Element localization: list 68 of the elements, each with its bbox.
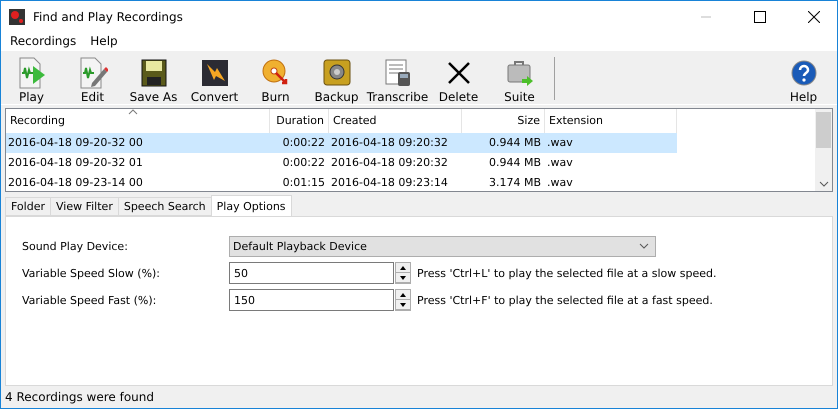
- table-cell-text: 2016-04-18 09-20-32 01: [7, 155, 144, 171]
- table-cell-text: 3.174 MB: [488, 175, 542, 191]
- option-label: Sound Play Device:: [22, 240, 129, 252]
- tab[interactable]: Play Options: [210, 195, 292, 216]
- option-label: Variable Speed Fast (%):: [22, 294, 158, 306]
- app-icon: [9, 8, 25, 24]
- spin-up-button[interactable]: [396, 263, 410, 273]
- table-cell-text: 2016-04-18 09-23-14 00: [7, 175, 144, 191]
- cross-icon: [446, 61, 470, 85]
- toolbar-button[interactable]: Backup: [306, 53, 367, 104]
- toolbar-button[interactable]: Delete: [428, 53, 489, 104]
- table-row[interactable]: 2016-04-18 09-20-32 00 0:00:22 2016-04-18 09:20:32 0.944 MB .wav: [6, 133, 677, 153]
- spin-down-button[interactable]: [396, 273, 410, 283]
- spin-down-button[interactable]: [396, 300, 410, 310]
- table-cell-text: 0:01:15: [282, 175, 326, 191]
- table-cell-text: .wav: [546, 155, 574, 171]
- maximize-icon: [754, 10, 766, 22]
- audio-file-play-icon: [16, 57, 46, 89]
- shortcut-hint: Press 'Ctrl+L' to play the selected file at a slow speed.: [417, 266, 716, 280]
- toolbar-button[interactable]: Burn: [245, 53, 306, 104]
- table-cell-text: 0:00:22: [282, 135, 326, 151]
- table-cell-text: 0.944 MB: [488, 155, 542, 171]
- toolbar-button[interactable]: Play: [1, 53, 62, 104]
- table-cell-text: 2016-04-18 09:23:14: [330, 175, 449, 191]
- document-recorder-icon: [384, 59, 410, 87]
- table-cell-text: 0:00:22: [282, 155, 326, 171]
- table-row[interactable]: 2016-04-18 09-20-32 01 0:00:22 2016-04-18 09:20:32 0.944 MB .wav: [6, 153, 677, 173]
- help-icon: [790, 60, 816, 86]
- help-button[interactable]: Help: [773, 53, 834, 104]
- status-bar-text: 4 Recordings were found: [4, 389, 155, 406]
- tab[interactable]: Folder: [5, 197, 51, 216]
- toolbox-arrow-icon: [506, 59, 534, 87]
- scroll-down-icon: [818, 180, 828, 188]
- vertical-scrollbar[interactable]: [815, 109, 832, 191]
- toolbar-button[interactable]: Edit: [62, 53, 123, 104]
- toolbar-button[interactable]: Suite: [489, 53, 550, 104]
- table-cell-text: .wav: [546, 175, 574, 191]
- down-triangle-icon: [400, 276, 406, 280]
- menu-item[interactable]: Help: [83, 32, 125, 51]
- close-icon: [808, 10, 820, 22]
- toolbar-button[interactable]: Convert: [184, 53, 245, 104]
- sort-caret-icon: [128, 109, 138, 115]
- tab[interactable]: View Filter: [50, 197, 119, 216]
- window-title: Find and Play Recordings: [33, 10, 184, 24]
- table-cell-text: 2016-04-18 09:20:32: [330, 155, 449, 171]
- table-cell-text: 2016-04-18 09-20-32 00: [7, 135, 144, 151]
- table-cell-text: 2016-04-18 09:20:32: [330, 135, 449, 151]
- speed-input-field[interactable]: 50: [229, 262, 394, 284]
- table-row[interactable]: 2016-04-18 09-23-14 00 0:01:15 2016-04-18 09:23:14 3.174 MB .wav: [6, 173, 677, 191]
- up-triangle-icon: [400, 266, 406, 270]
- minimize-icon: [701, 16, 711, 18]
- disc-icon: [262, 59, 290, 87]
- chevron-down-icon: [639, 243, 649, 249]
- toolbar-button[interactable]: Save As: [123, 53, 184, 104]
- tab[interactable]: Speech Search: [118, 197, 212, 216]
- audio-file-pencil-icon: [78, 57, 108, 89]
- down-triangle-icon: [400, 302, 406, 306]
- speed-input-field[interactable]: 150: [229, 289, 394, 311]
- menu-item[interactable]: Recordings: [3, 32, 84, 51]
- up-triangle-icon: [400, 292, 406, 296]
- toolbar-button[interactable]: Transcribe: [367, 53, 428, 104]
- option-label: Variable Speed Slow (%):: [22, 266, 162, 280]
- spin-up-button[interactable]: [396, 290, 410, 300]
- table-cell-text: 0.944 MB: [488, 135, 542, 151]
- shortcut-hint: Press 'Ctrl+F' to play the selected file at a fast speed.: [417, 294, 713, 306]
- safe-icon: [322, 59, 350, 87]
- table-cell-text: .wav: [546, 135, 574, 151]
- device-dropdown[interactable]: Default Playback Device: [229, 236, 656, 256]
